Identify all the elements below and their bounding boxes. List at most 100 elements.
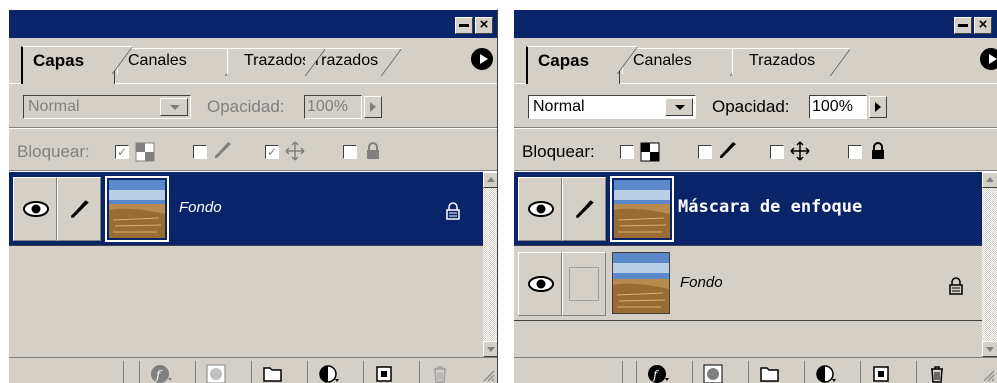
new-layer-button[interactable] (860, 361, 904, 383)
new-layer-button[interactable] (363, 361, 407, 383)
opacity-arrow-button[interactable] (364, 96, 382, 118)
move-icon (790, 141, 810, 161)
layer-name: Fondo (680, 274, 723, 291)
layer-name: Máscara de enfoque (678, 197, 863, 217)
lock-pixels-checkbox[interactable] (193, 145, 207, 159)
mask-icon (703, 364, 723, 383)
lock-position-checkbox[interactable]: ✓ (265, 145, 279, 159)
chevron-down-icon (160, 98, 188, 116)
scroll-up-button[interactable] (982, 172, 997, 188)
add-mask-button[interactable] (195, 361, 239, 383)
brush-icon (720, 142, 736, 158)
layer-thumbnail (105, 176, 169, 242)
new-layer-icon (376, 366, 392, 382)
layer-row-fondo[interactable]: Fondo (514, 247, 982, 321)
folder-icon (760, 367, 779, 382)
transparency-icon (640, 142, 660, 162)
minimize-button[interactable] (455, 17, 473, 34)
lock-icon (367, 142, 379, 159)
panel-title-bar[interactable]: × (514, 10, 997, 38)
layers-scrollbar[interactable] (483, 172, 497, 357)
layer-row-mascara-de-enfoque[interactable]: Máscara de enfoque (514, 172, 982, 246)
tab-trazados[interactable]: Trazados (732, 48, 850, 76)
trash-icon (434, 366, 446, 383)
tab-strip: Trazados Canales Trazados Capas (9, 38, 497, 84)
tab-capas[interactable]: Capas (526, 46, 637, 84)
opacity-arrow-button[interactable] (869, 96, 887, 118)
minimize-button[interactable] (954, 17, 972, 34)
tab-canales[interactable]: Canales (117, 48, 245, 76)
layers-bottom-toolbar: f (9, 357, 497, 383)
close-button[interactable]: × (974, 17, 992, 34)
scroll-down-button[interactable] (483, 341, 497, 357)
tab-capas[interactable]: Capas (21, 46, 132, 84)
lock-icon (446, 202, 460, 220)
layers-scrollbar[interactable] (982, 172, 997, 357)
lock-options-row: Bloquear: (514, 130, 997, 170)
new-folder-button[interactable] (251, 361, 295, 383)
visibility-toggle[interactable] (13, 177, 57, 241)
lock-icon (872, 142, 884, 159)
lock-transparency-checkbox[interactable]: ✓ (115, 145, 129, 159)
panel-menu-icon[interactable] (980, 48, 997, 70)
trash-icon (931, 366, 943, 383)
scroll-down-button[interactable] (982, 341, 997, 357)
visibility-toggle[interactable] (518, 252, 562, 316)
lock-options-row: Bloquear: ✓ ✓ (9, 130, 497, 170)
add-mask-button[interactable] (692, 361, 736, 383)
layer-name: Fondo (179, 199, 222, 216)
eye-icon (528, 201, 554, 217)
link-toggle[interactable] (562, 252, 606, 316)
brush-icon (576, 200, 594, 218)
layer-style-button[interactable]: f (139, 361, 183, 383)
brush-link-toggle[interactable] (57, 177, 101, 241)
resize-grip-icon[interactable] (981, 368, 995, 382)
blend-options-row: Normal Opacidad: 100% (514, 85, 997, 125)
new-folder-button[interactable] (748, 361, 792, 383)
layer-style-button[interactable]: f (636, 361, 680, 383)
layer-thumbnail (610, 176, 674, 242)
blend-options-row: Normal Opacidad: 100% (9, 85, 497, 125)
panel-menu-icon[interactable] (471, 48, 493, 70)
adjustment-layer-button[interactable] (307, 361, 351, 383)
brush-icon (215, 142, 231, 158)
visibility-toggle[interactable] (518, 177, 562, 241)
lock-pixels-checkbox[interactable] (698, 145, 712, 159)
panel-title-bar[interactable]: × (9, 10, 497, 38)
tab-trazados-label[interactable]: Trazados (227, 48, 325, 76)
chevron-down-icon (665, 98, 693, 116)
brush-icon (71, 200, 89, 218)
move-icon (285, 141, 305, 161)
opacity-label: Opacidad: (207, 97, 285, 116)
folder-icon (263, 367, 282, 382)
lock-all-checkbox[interactable] (848, 145, 862, 159)
layer-row-fondo[interactable]: Fondo (9, 172, 483, 246)
layer-style-icon: f (151, 365, 172, 383)
adjustment-icon (319, 365, 339, 383)
resize-grip-icon[interactable] (481, 368, 495, 382)
delete-layer-button[interactable] (419, 361, 463, 383)
layers-list: Fondo (9, 172, 483, 357)
eye-icon (528, 276, 554, 292)
tab-canales[interactable]: Canales (622, 48, 750, 76)
lock-transparency-checkbox[interactable] (620, 145, 634, 159)
lock-icon (949, 277, 963, 295)
delete-layer-button[interactable] (916, 361, 960, 383)
blend-mode-select[interactable]: Normal (23, 95, 191, 119)
brush-link-toggle[interactable] (562, 177, 606, 241)
opacity-input[interactable]: 100% (304, 95, 362, 119)
tab-strip: Canales Trazados Capas (514, 38, 997, 84)
eye-icon (23, 201, 49, 217)
adjustment-layer-button[interactable] (804, 361, 848, 383)
lock-label: Bloquear: (522, 142, 595, 161)
opacity-input[interactable]: 100% (809, 95, 867, 119)
layers-list: Máscara de enfoque Fondo (514, 172, 982, 357)
blend-mode-select[interactable]: Normal (528, 95, 696, 119)
scroll-up-button[interactable] (483, 172, 497, 188)
opacity-label: Opacidad: (712, 97, 790, 116)
mask-icon (206, 364, 226, 383)
lock-all-checkbox[interactable] (343, 145, 357, 159)
lock-position-checkbox[interactable] (770, 145, 784, 159)
close-button[interactable]: × (475, 17, 493, 34)
layers-panel-right: × Canales Trazados Capas Normal Opacidad… (513, 9, 997, 383)
